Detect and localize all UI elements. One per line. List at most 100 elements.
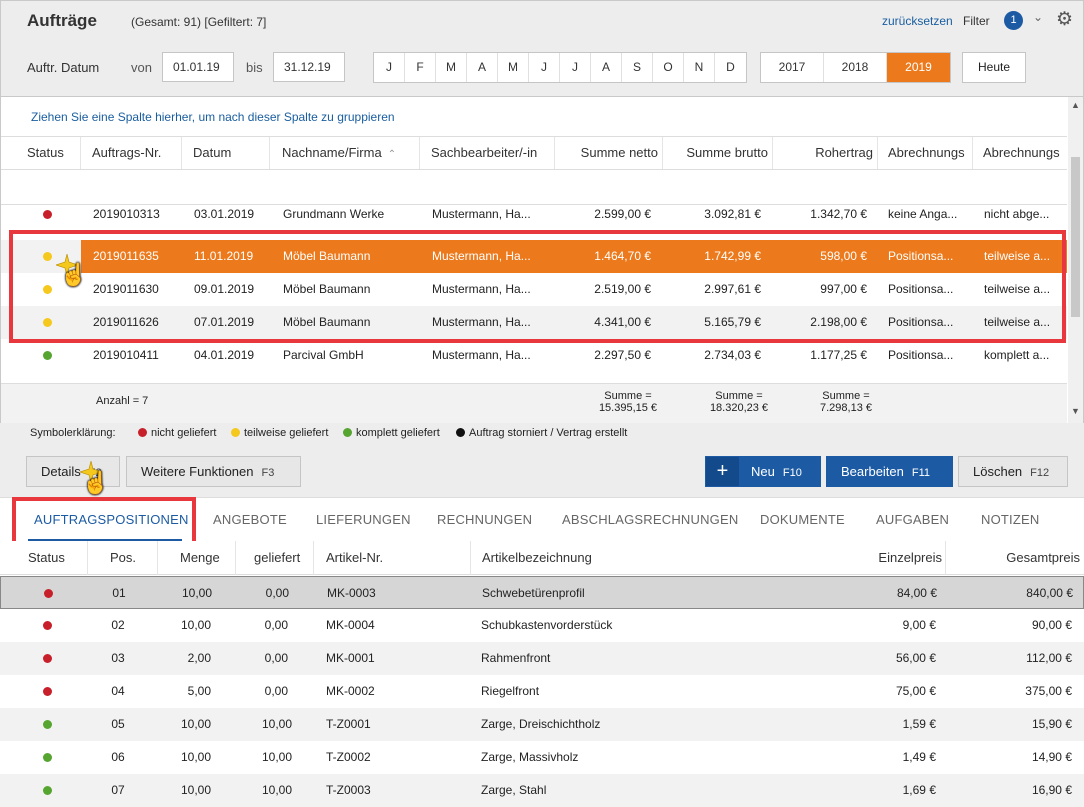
filter-row[interactable] — [1, 170, 1067, 205]
cell-article-nr: MK-0003 — [327, 586, 376, 600]
cell-pos: 05 — [111, 717, 125, 731]
month-button[interactable]: N — [684, 53, 715, 82]
tab-deliveries[interactable]: LIEFERUNGEN — [316, 512, 411, 527]
tab-invoices[interactable]: RECHNUNGEN — [437, 512, 532, 527]
month-button[interactable]: M — [498, 53, 529, 82]
cell-total-price: 14,90 € — [1031, 750, 1072, 764]
month-button[interactable]: A — [591, 53, 622, 82]
month-button[interactable]: D — [715, 53, 746, 82]
column-header-name[interactable]: Nachname/Firma ⌃ — [270, 137, 420, 169]
date-to-input[interactable] — [273, 52, 345, 82]
edit-button[interactable]: Bearbeiten F11 — [826, 456, 953, 487]
column-header-billing-1[interactable]: Abrechnungs — [878, 137, 973, 169]
scrollbar-thumb[interactable] — [1071, 157, 1080, 317]
date-from-input[interactable] — [162, 52, 234, 82]
new-button[interactable]: + Neu F10 — [705, 456, 821, 487]
table-row[interactable]: 02 10,00 0,00 MK-0004 Schubkastenvorders… — [0, 609, 1084, 642]
cell-name: Grundmann Werke — [283, 207, 385, 221]
gear-icon[interactable]: ⚙ — [1056, 8, 1073, 31]
column-header-billing-2[interactable]: Abrechnungs — [973, 137, 1067, 169]
filter-count-badge[interactable]: 1 — [1004, 11, 1023, 30]
column-header-net[interactable]: Summe netto — [555, 137, 663, 169]
cell-billing-2: komplett a... — [984, 348, 1050, 362]
edit-shortcut: F11 — [911, 467, 931, 479]
column-header-pos[interactable]: Pos. — [88, 541, 158, 575]
month-button[interactable]: J — [529, 53, 560, 82]
cell-pos: 01 — [112, 586, 126, 600]
status-dot — [44, 589, 53, 598]
vertical-scrollbar[interactable]: ▲ ▼ — [1068, 97, 1083, 423]
cell-pos: 07 — [111, 783, 125, 797]
month-button[interactable]: F — [405, 53, 436, 82]
column-header-article-nr[interactable]: Artikel-Nr. — [314, 541, 471, 575]
more-functions-button[interactable]: Weitere Funktionen F3 — [126, 456, 301, 487]
table-row[interactable]: 06 10,00 10,00 T-Z0002 Zarge, Massivholz… — [0, 741, 1084, 774]
more-functions-shortcut: F3 — [261, 467, 275, 479]
cell-billing-1: Positionsa... — [888, 348, 954, 362]
cell-article-desc: Schubkastenvorderstück — [481, 618, 613, 632]
column-header-delivered[interactable]: geliefert — [236, 541, 314, 575]
today-button[interactable]: Heute — [962, 52, 1026, 83]
table-row-selected[interactable]: 01 10,00 0,00 MK-0003 Schwebetürenprofil… — [0, 576, 1084, 609]
cell-margin: 1.342,70 € — [810, 207, 867, 221]
cell-article-desc: Zarge, Stahl — [481, 783, 547, 797]
month-button[interactable]: J — [374, 53, 405, 82]
tab-down-payment-invoices[interactable]: ABSCHLAGSRECHNUNGEN — [562, 512, 738, 527]
cell-delivered: 0,00 — [264, 651, 288, 665]
column-header-unit-price[interactable]: Einzelpreis — [846, 541, 946, 575]
group-by-hint[interactable]: Ziehen Sie eine Spalte hierher, um nach … — [31, 110, 395, 124]
column-header-order-nr[interactable]: Auftrags-Nr. — [81, 137, 182, 169]
tab-quotes[interactable]: ANGEBOTE — [213, 512, 287, 527]
cell-delivered: 10,00 — [261, 750, 292, 764]
cell-gross: 2.734,03 € — [704, 348, 761, 362]
cell-pos: 02 — [111, 618, 125, 632]
cell-quantity: 10,00 — [181, 586, 212, 600]
column-header-status[interactable]: Status — [0, 541, 88, 575]
sum-margin: Summe = 7.298,13 € — [815, 390, 877, 414]
table-row[interactable]: 2019010411 04.01.2019 Parcival GmbH Must… — [1, 339, 1067, 372]
chevron-down-icon[interactable]: ⌄ — [1033, 10, 1043, 24]
year-button-2017[interactable]: 2017 — [761, 53, 824, 82]
month-button[interactable]: A — [467, 53, 498, 82]
filter-label[interactable]: Filter — [963, 14, 990, 28]
year-button-2019[interactable]: 2019 — [887, 53, 950, 82]
legend-item-label: komplett geliefert — [356, 427, 440, 439]
legend-item: teilweise geliefert — [231, 427, 328, 439]
column-header-clerk[interactable]: Sachbearbeiter/-in — [420, 137, 555, 169]
month-button[interactable]: M — [436, 53, 467, 82]
month-button[interactable]: J — [560, 53, 591, 82]
cell-unit-price: 1,49 € — [902, 750, 936, 764]
column-header-total-price[interactable]: Gesamtpreis — [946, 541, 1080, 575]
cell-delivered: 0,00 — [264, 618, 288, 632]
delete-button[interactable]: Löschen F12 — [958, 456, 1068, 487]
reset-link[interactable]: zurücksetzen — [882, 14, 953, 28]
month-button[interactable]: O — [653, 53, 684, 82]
table-row[interactable]: 05 10,00 10,00 T-Z0001 Zarge, Dreischich… — [0, 708, 1084, 741]
cell-quantity: 2,00 — [187, 651, 211, 665]
cell-total-price: 112,00 € — [1026, 651, 1072, 665]
table-row[interactable]: 04 5,00 0,00 MK-0002 Riegelfront 75,00 €… — [0, 675, 1084, 708]
scroll-down-icon[interactable]: ▼ — [1071, 406, 1080, 416]
column-header-date[interactable]: Datum — [182, 137, 270, 169]
sum-gross-label: Summe = — [715, 390, 763, 402]
tab-tasks[interactable]: AUFGABEN — [876, 512, 949, 527]
tab-notes[interactable]: NOTIZEN — [981, 512, 1039, 527]
cell-total-price: 90,00 € — [1031, 618, 1072, 632]
green-dot-icon — [343, 428, 352, 437]
scroll-up-icon[interactable]: ▲ — [1071, 100, 1080, 110]
cell-total-price: 840,00 € — [1026, 586, 1073, 600]
details-button-label: Details — [41, 464, 81, 479]
table-row[interactable]: 07 10,00 10,00 T-Z0003 Zarge, Stahl 1,69… — [0, 774, 1084, 807]
cell-delivered: 0,00 — [264, 684, 288, 698]
column-header-gross[interactable]: Summe brutto — [663, 137, 773, 169]
tab-documents[interactable]: DOKUMENTE — [760, 512, 845, 527]
black-dot-icon — [456, 428, 465, 437]
table-row[interactable]: 2019010313 03.01.2019 Grundmann Werke Mu… — [1, 207, 1067, 221]
month-button[interactable]: S — [622, 53, 653, 82]
column-header-status[interactable]: Status — [1, 137, 81, 169]
column-header-quantity[interactable]: Menge — [158, 541, 236, 575]
year-button-2018[interactable]: 2018 — [824, 53, 887, 82]
cell-total-price: 15,90 € — [1031, 717, 1072, 731]
table-row[interactable]: 03 2,00 0,00 MK-0001 Rahmenfront 56,00 €… — [0, 642, 1084, 675]
column-header-margin[interactable]: Rohertrag — [773, 137, 878, 169]
